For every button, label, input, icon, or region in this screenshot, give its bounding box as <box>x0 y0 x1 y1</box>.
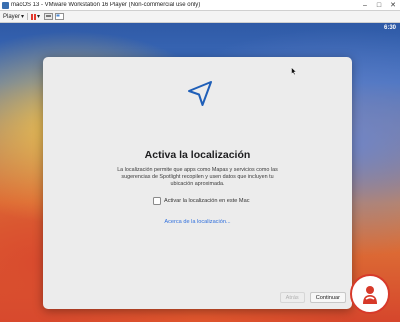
solvetic-logo-icon <box>350 274 390 314</box>
enable-location-checkbox[interactable] <box>153 197 161 205</box>
maximize-button[interactable]: □ <box>372 0 386 10</box>
player-menu-label: Player <box>3 13 21 20</box>
enable-location-option[interactable]: Activar la localización en este Mac <box>153 197 250 205</box>
close-button[interactable]: ✕ <box>386 0 400 10</box>
guest-screen[interactable]: 6:30 Activa la localización La localizac… <box>0 23 400 322</box>
player-menu-button[interactable]: Player ▾ <box>3 13 25 21</box>
location-setup-dialog: Activa la localización La localización p… <box>43 57 352 309</box>
mouse-cursor-icon <box>291 67 297 75</box>
about-location-link[interactable]: Acerca de la localización... <box>43 219 352 225</box>
window-titlebar: macOS 13 - VMware Workstation 16 Player … <box>0 0 400 11</box>
window-title: macOS 13 - VMware Workstation 16 Player … <box>11 2 201 8</box>
chevron-down-icon: ▾ <box>21 14 25 20</box>
minimize-button[interactable]: – <box>358 0 372 10</box>
enable-location-label[interactable]: Activar la localización en este Mac <box>164 198 250 204</box>
pause-icon[interactable] <box>31 13 37 20</box>
chevron-down-icon[interactable]: ▾ <box>37 13 40 20</box>
continue-button[interactable]: Continuar <box>309 292 346 303</box>
toolbar-divider <box>27 13 29 20</box>
dialog-button-row: Atrás Continuar <box>279 292 346 303</box>
dialog-heading: Activa la localización <box>144 149 251 161</box>
send-ctrl-alt-del-icon[interactable] <box>44 13 53 20</box>
back-button[interactable]: Atrás <box>279 292 305 303</box>
clock: 6:30 <box>383 25 396 31</box>
unity-mode-icon[interactable] <box>55 13 64 20</box>
dialog-description: La localización permite que apps como Ma… <box>117 167 278 187</box>
location-arrow-icon <box>188 81 212 106</box>
vmware-app-icon <box>2 1 9 9</box>
player-toolbar: Player ▾ ▾ <box>0 11 400 23</box>
